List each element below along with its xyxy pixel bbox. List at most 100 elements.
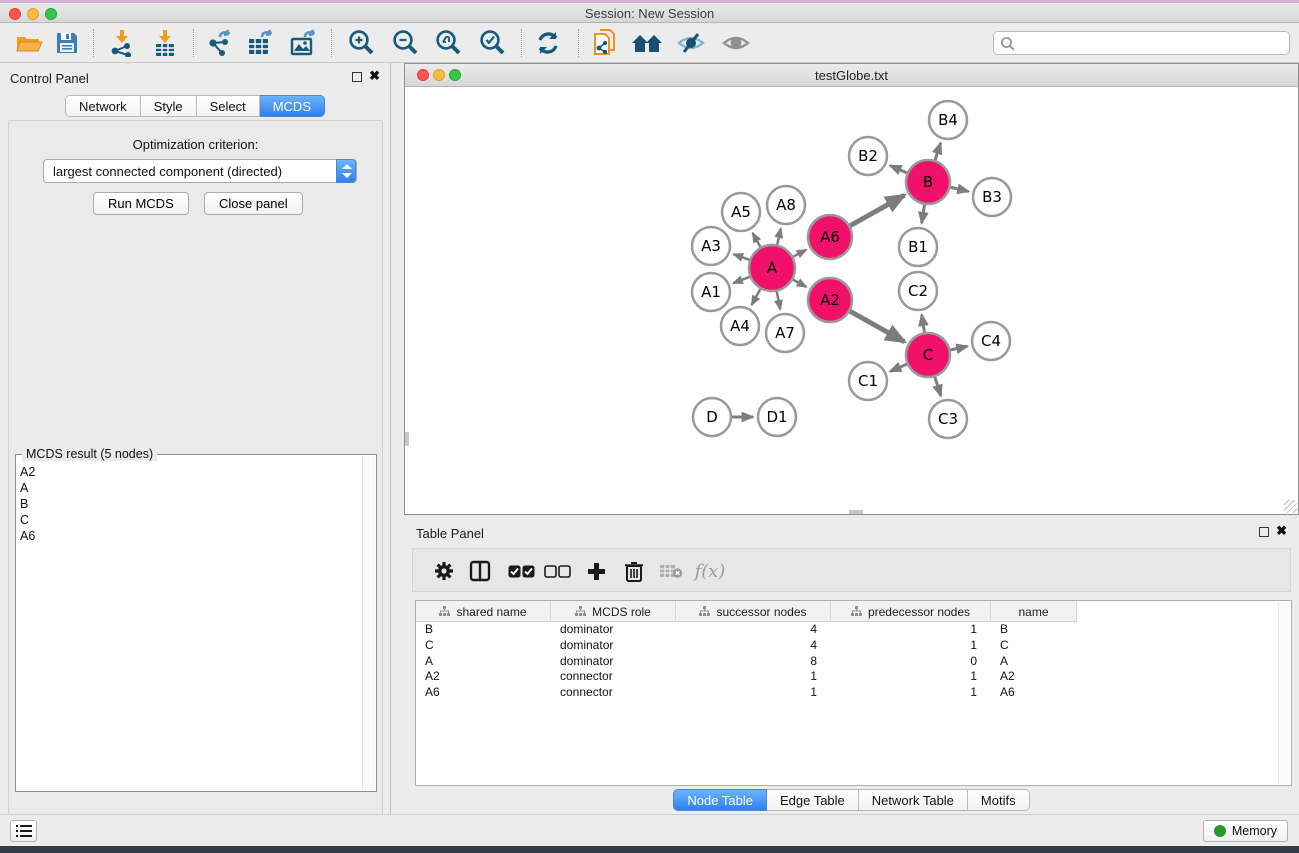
result-list-item[interactable]: C [20, 512, 350, 528]
deselect-all-columns-button[interactable] [541, 556, 573, 586]
graph-edge-C-C1[interactable] [890, 364, 907, 371]
zoom-out-button[interactable] [388, 28, 422, 58]
graph-edge-A-A6[interactable] [793, 250, 806, 257]
zoom-in-button[interactable] [344, 28, 378, 58]
graph-edge-A6-B[interactable] [850, 195, 904, 226]
graph-edge-A-A3[interactable] [734, 254, 750, 260]
graph-node-D1[interactable]: D1 [758, 398, 796, 436]
graph-node-A5[interactable]: A5 [722, 193, 760, 231]
save-session-button[interactable] [50, 28, 84, 58]
graph-node-A[interactable]: A [749, 245, 795, 291]
create-column-button[interactable] [580, 556, 612, 586]
result-list-item[interactable]: A6 [20, 528, 350, 544]
tab-mcds[interactable]: MCDS [260, 95, 325, 117]
graph-node-A2[interactable]: A2 [808, 278, 852, 322]
zoom-selected-button[interactable] [475, 28, 509, 58]
table-row[interactable]: Bdominator41B [416, 622, 1291, 638]
result-list-item[interactable]: B [20, 496, 350, 512]
tab-node-table[interactable]: Node Table [673, 789, 767, 811]
function-builder-button[interactable]: f(x) [694, 556, 726, 586]
column-layout-button[interactable] [464, 556, 496, 586]
graph-node-B4[interactable]: B4 [929, 101, 967, 139]
tab-motifs[interactable]: Motifs [968, 789, 1030, 811]
search-input[interactable] [1020, 33, 1285, 53]
float-panel-icon[interactable] [352, 72, 362, 82]
graph-edge-B-B4[interactable] [935, 143, 941, 160]
graph-edge-A-A7[interactable] [777, 292, 781, 310]
graph-node-A6[interactable]: A6 [808, 215, 852, 259]
column-header-shared-name[interactable]: shared name [416, 601, 551, 622]
tab-edge-table[interactable]: Edge Table [767, 789, 859, 811]
memory-button[interactable]: Memory [1203, 820, 1288, 842]
tab-network[interactable]: Network [65, 95, 141, 117]
graph-edge-A-A8[interactable] [777, 228, 781, 244]
delete-column-button[interactable] [618, 556, 650, 586]
network-graph[interactable]: B4 B2 B B3 A5A8A6 B1 A3 A C2 A1 A2 A4A7 C4 C C1 C3 D D1 [405, 87, 1298, 514]
graph-node-A4[interactable]: A4 [721, 307, 759, 345]
graph-node-B1[interactable]: B1 [899, 228, 937, 266]
graph-node-C4[interactable]: C4 [972, 322, 1010, 360]
graph-node-A8[interactable]: A8 [767, 186, 805, 224]
import-table-button[interactable] [148, 28, 182, 58]
column-header-name[interactable]: name [991, 601, 1077, 622]
result-list-item[interactable]: A [20, 480, 350, 496]
refresh-button[interactable] [531, 28, 565, 58]
table-row[interactable]: A2connector11A2 [416, 669, 1291, 685]
result-list-item[interactable]: A2 [20, 464, 350, 480]
close-panel-icon[interactable]: ✖ [369, 69, 380, 83]
window-resize-grip[interactable] [1284, 500, 1297, 513]
graph-edge-B-B1[interactable] [922, 205, 925, 224]
graph-edge-A-A4[interactable] [752, 289, 761, 305]
export-table-button[interactable] [244, 28, 278, 58]
graph-node-C[interactable]: C [906, 333, 950, 377]
table-scrollbar[interactable] [1278, 602, 1290, 784]
network-horizontal-scroll-thumb[interactable] [849, 510, 863, 514]
network-window-titlebar[interactable]: testGlobe.txt [405, 64, 1298, 87]
table-settings-button[interactable] [428, 556, 460, 586]
graph-edge-C-C4[interactable] [950, 346, 967, 350]
result-scrollbar[interactable] [362, 456, 375, 790]
graph-edge-A-A2[interactable] [793, 280, 806, 287]
export-network-button[interactable] [203, 28, 237, 58]
graph-node-A3[interactable]: A3 [692, 227, 730, 265]
home-button[interactable] [630, 28, 664, 58]
table-row[interactable]: Adominator80A [416, 654, 1291, 670]
mcds-result-list[interactable]: A2ABCA6 [20, 464, 350, 544]
criterion-select[interactable]: largest connected component (directed) [43, 159, 357, 183]
graph-edge-A-A1[interactable] [733, 277, 749, 283]
float-table-panel-icon[interactable] [1259, 527, 1269, 537]
graph-node-C1[interactable]: C1 [849, 362, 887, 400]
graph-node-B2[interactable]: B2 [849, 137, 887, 175]
graph-edge-B-B2[interactable] [890, 166, 907, 173]
show-eye-button[interactable] [719, 28, 753, 58]
delete-table-button[interactable] [655, 556, 687, 586]
column-header-successor-nodes[interactable]: successor nodes [676, 601, 831, 622]
open-session-button[interactable] [12, 28, 46, 58]
tab-style[interactable]: Style [141, 95, 197, 117]
network-vertical-scroll-thumb[interactable] [405, 432, 409, 446]
graph-node-B3[interactable]: B3 [973, 178, 1011, 216]
graph-edge-C-C2[interactable] [922, 315, 925, 333]
graph-node-A7[interactable]: A7 [766, 314, 804, 352]
search-box[interactable] [993, 31, 1290, 55]
clone-network-button[interactable] [588, 28, 622, 58]
tab-select[interactable]: Select [197, 95, 260, 117]
import-network-button[interactable] [105, 28, 139, 58]
graph-node-D[interactable]: D [693, 398, 731, 436]
graph-node-A1[interactable]: A1 [692, 273, 730, 311]
graph-node-C3[interactable]: C3 [929, 400, 967, 438]
close-table-panel-icon[interactable]: ✖ [1276, 524, 1287, 538]
column-header-MCDS-role[interactable]: MCDS role [551, 601, 676, 622]
table-row[interactable]: A6connector11A6 [416, 685, 1291, 701]
graph-edge-A-A5[interactable] [753, 233, 761, 247]
graph-node-C2[interactable]: C2 [899, 272, 937, 310]
close-panel-button[interactable]: Close panel [204, 192, 303, 215]
select-all-columns-button[interactable] [505, 556, 537, 586]
run-mcds-button[interactable]: Run MCDS [93, 192, 189, 215]
tab-network-table[interactable]: Network Table [859, 789, 968, 811]
zoom-fit-button[interactable] [431, 28, 465, 58]
graph-edge-C-C3[interactable] [935, 377, 941, 396]
graph-node-B[interactable]: B [906, 160, 950, 204]
export-image-button[interactable] [287, 28, 321, 58]
column-header-predecessor-nodes[interactable]: predecessor nodes [831, 601, 991, 622]
